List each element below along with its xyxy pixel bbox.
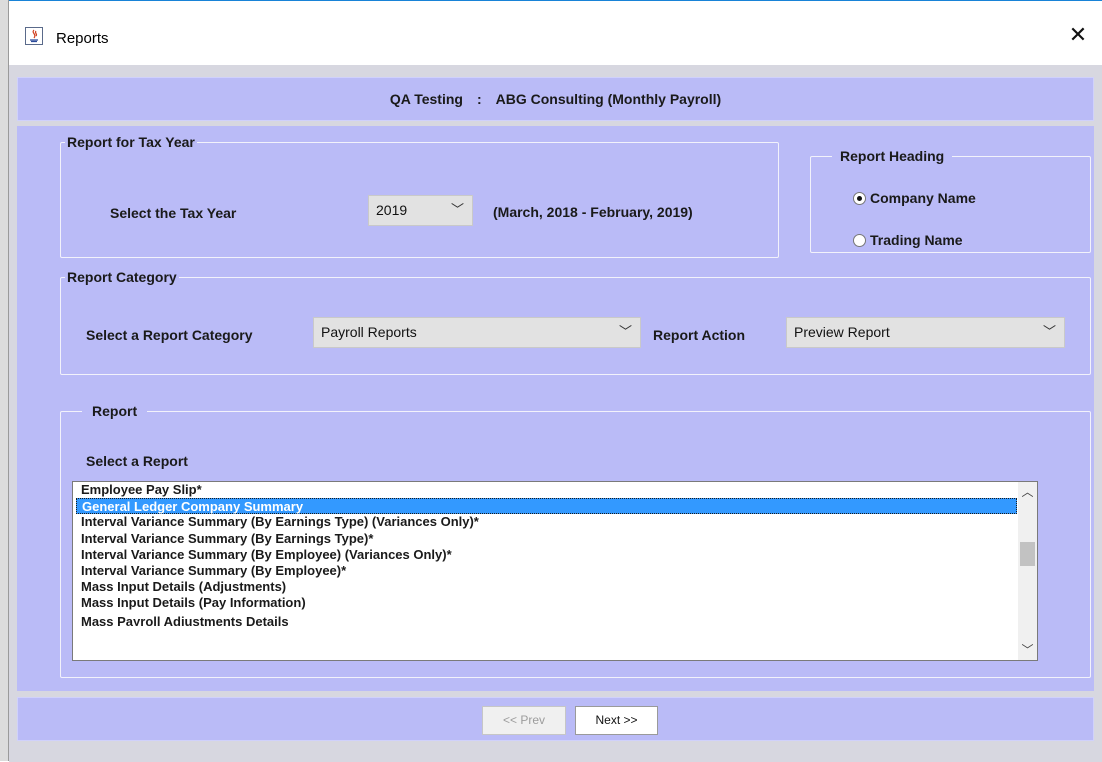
radio-label: Company Name bbox=[870, 190, 976, 206]
company-header: QA Testing : ABG Consulting (Monthly Pay… bbox=[17, 77, 1094, 121]
list-item[interactable]: Mass Input Details (Adjustments) bbox=[73, 579, 1019, 595]
list-item[interactable]: Interval Variance Summary (By Employee) … bbox=[73, 547, 1019, 563]
navigation-footer: << Prev Next >> bbox=[17, 697, 1094, 741]
select-report-label: Select a Report bbox=[86, 453, 188, 469]
scroll-up-icon[interactable]: ︿ bbox=[1018, 482, 1037, 502]
close-button[interactable]: ✕ bbox=[1061, 19, 1095, 53]
window-title: Reports bbox=[56, 30, 109, 47]
report-legend: Report bbox=[92, 403, 138, 419]
list-item[interactable]: Interval Variance Summary (By Earnings T… bbox=[73, 531, 1019, 547]
chevron-down-icon: ﹀ bbox=[1042, 325, 1056, 340]
radio-company-name[interactable]: Company Name bbox=[853, 190, 976, 206]
title-bar[interactable]: Reports ✕ bbox=[9, 1, 1102, 65]
tax-year-select[interactable]: 2019 ﹀ bbox=[368, 195, 473, 226]
java-app-icon bbox=[25, 27, 43, 45]
report-listbox[interactable]: Employee Pay Slip* General Ledger Compan… bbox=[72, 481, 1038, 661]
list-item[interactable]: Mass Payroll Adjustments Details bbox=[73, 612, 1019, 626]
reports-dialog: Reports ✕ QA Testing : ABG Consulting (M… bbox=[9, 0, 1102, 762]
list-item-selected[interactable]: General Ledger Company Summary bbox=[76, 498, 1017, 515]
radio-trading-name[interactable]: Trading Name bbox=[853, 232, 963, 248]
vertical-scrollbar[interactable]: ︿ ﹀ bbox=[1018, 482, 1037, 660]
report-action-select[interactable]: Preview Report ﹀ bbox=[786, 317, 1065, 348]
org-name: QA Testing bbox=[389, 91, 463, 107]
header-separator: : bbox=[476, 91, 482, 107]
dialog-client-area: QA Testing : ABG Consulting (Monthly Pay… bbox=[9, 65, 1102, 762]
radio-selected-icon bbox=[853, 191, 866, 205]
scroll-down-icon[interactable]: ﹀ bbox=[1018, 640, 1037, 660]
scroll-thumb[interactable] bbox=[1020, 542, 1035, 566]
tax-year-range: (March, 2018 - February, 2019) bbox=[493, 204, 693, 220]
tax-year-value: 2019 bbox=[376, 202, 408, 218]
radio-label: Trading Name bbox=[870, 232, 963, 248]
close-icon: ✕ bbox=[1068, 23, 1088, 48]
report-category-value: Payroll Reports bbox=[321, 324, 417, 340]
report-category-select[interactable]: Payroll Reports ﹀ bbox=[313, 317, 641, 348]
tax-year-label: Select the Tax Year bbox=[110, 205, 237, 221]
report-heading-legend: Report Heading bbox=[840, 148, 945, 164]
desktop-background bbox=[0, 0, 9, 761]
report-action-label: Report Action bbox=[653, 327, 746, 343]
chevron-down-icon: ﹀ bbox=[618, 325, 632, 340]
next-button[interactable]: Next >> bbox=[575, 706, 658, 735]
prev-button[interactable]: << Prev bbox=[482, 706, 566, 735]
report-list: Employee Pay Slip* General Ledger Compan… bbox=[73, 482, 1019, 660]
tax-year-legend: Report for Tax Year bbox=[67, 134, 195, 150]
chevron-down-icon: ﹀ bbox=[450, 203, 464, 218]
report-category-legend: Report Category bbox=[67, 269, 177, 285]
list-item[interactable]: Interval Variance Summary (By Earnings T… bbox=[73, 514, 1019, 530]
list-item[interactable]: Mass Input Details (Pay Information) bbox=[73, 595, 1019, 611]
report-category-label: Select a Report Category bbox=[86, 327, 253, 343]
report-action-value: Preview Report bbox=[794, 324, 890, 340]
company-name: ABG Consulting (Monthly Payroll) bbox=[495, 91, 722, 107]
list-item[interactable]: Interval Variance Summary (By Employee)* bbox=[73, 563, 1019, 579]
radio-unselected-icon bbox=[853, 233, 866, 247]
list-item[interactable]: Employee Pay Slip* bbox=[73, 482, 1019, 498]
